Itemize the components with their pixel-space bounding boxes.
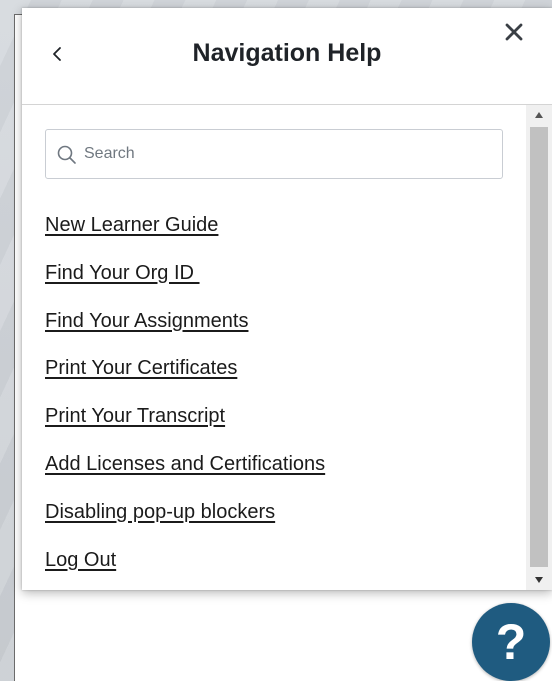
dialog-body: New Learner Guide Find Your Org ID Find … [22,105,526,590]
dialog-title: Navigation Help [192,39,382,67]
help-link-list: New Learner Guide Find Your Org ID Find … [45,211,325,590]
link-print-your-certificates[interactable]: Print Your Certificates [45,357,237,379]
scroll-thumb[interactable] [530,127,548,567]
search-box[interactable] [45,129,503,179]
navigation-help-dialog: Navigation Help New Learner Guide Find Y… [22,8,552,590]
search-input[interactable] [84,130,494,178]
list-item: Find Your Org ID [45,259,325,307]
list-item: Add Licenses and Certifications [45,450,325,498]
triangle-up-icon [535,112,543,118]
close-button[interactable] [500,18,528,46]
scroll-down-button[interactable] [526,570,552,590]
link-print-your-transcript[interactable]: Print Your Transcript [45,405,225,427]
list-item: Disabling pop-up blockers [45,498,325,546]
link-new-learner-guide[interactable]: New Learner Guide [45,214,218,236]
link-find-your-org-id[interactable]: Find Your Org ID [45,262,200,284]
link-disabling-pop-up-blockers[interactable]: Disabling pop-up blockers [45,501,275,523]
link-add-licenses-and-certifications[interactable]: Add Licenses and Certifications [45,453,325,475]
list-item: New Learner Guide [45,211,325,259]
close-icon [505,23,523,41]
list-item: Log Out [45,546,325,590]
dialog-header: Navigation Help [22,8,552,105]
link-log-out[interactable]: Log Out [45,549,116,571]
triangle-down-icon [535,577,543,583]
vertical-scrollbar[interactable] [526,105,552,590]
question-mark-icon: ? [495,614,527,670]
search-icon [57,145,76,164]
scroll-up-button[interactable] [526,105,552,125]
help-button[interactable]: ? [472,603,550,681]
list-item: Find Your Assignments [45,307,325,355]
list-item: Print Your Transcript [45,402,325,450]
link-find-your-assignments[interactable]: Find Your Assignments [45,310,248,332]
list-item: Print Your Certificates [45,354,325,402]
